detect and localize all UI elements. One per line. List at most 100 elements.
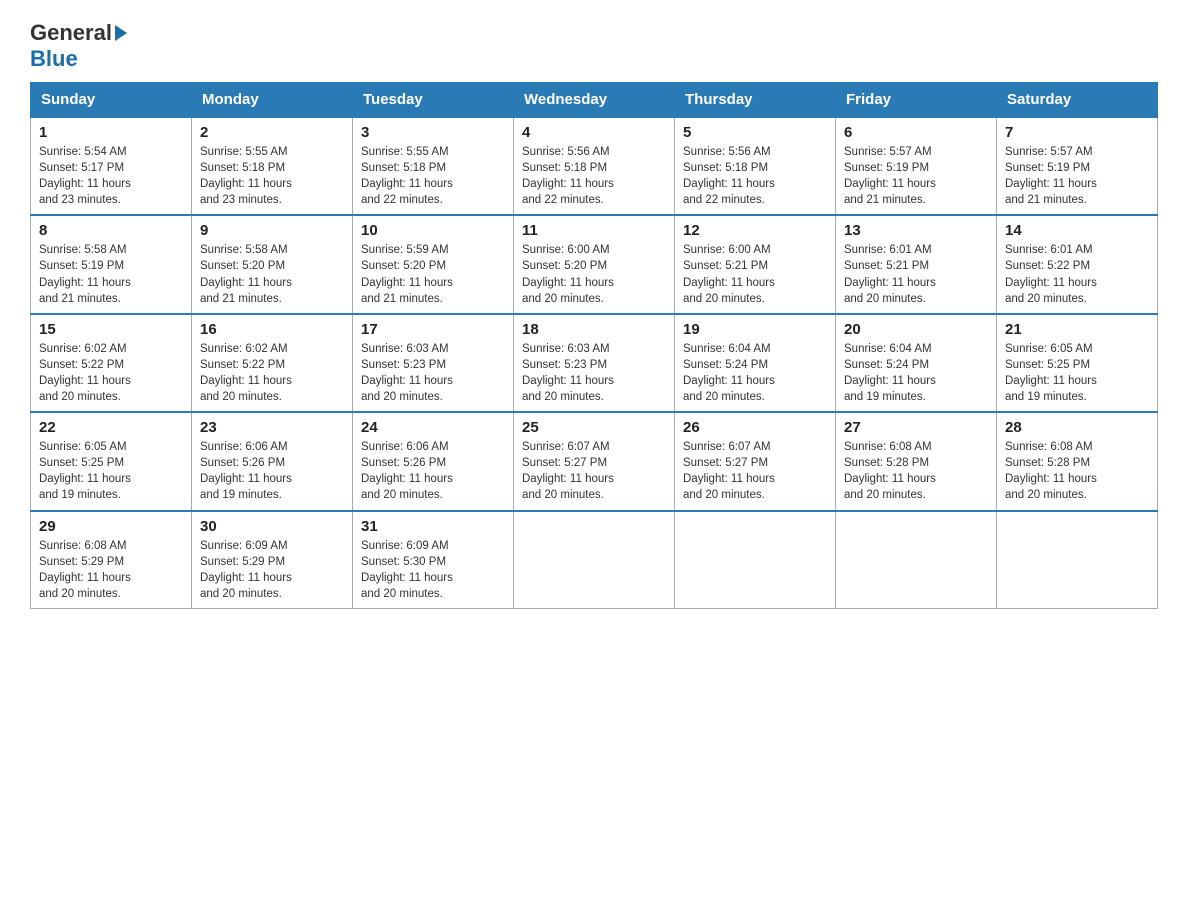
day-info: Sunrise: 5:56 AMSunset: 5:18 PMDaylight:… <box>683 144 827 208</box>
calendar-cell: 18 Sunrise: 6:03 AMSunset: 5:23 PMDayligh… <box>514 314 675 412</box>
calendar-cell: 30 Sunrise: 6:09 AMSunset: 5:29 PMDayligh… <box>192 511 353 609</box>
header-tuesday: Tuesday <box>353 83 514 118</box>
calendar-cell: 24Sunrise: 6:06 AMSunset: 5:26 PMDayligh… <box>353 412 514 510</box>
calendar-cell: 1 Sunrise: 5:54 AMSunset: 5:17 PMDaylight… <box>31 117 192 215</box>
calendar-cell: 9 Sunrise: 5:58 AMSunset: 5:20 PMDaylight… <box>192 215 353 313</box>
day-number: 15 <box>39 321 183 338</box>
calendar-cell: 10Sunrise: 5:59 AMSunset: 5:20 PMDayligh… <box>353 215 514 313</box>
calendar-cell: 17 Sunrise: 6:03 AMSunset: 5:23 PMDayligh… <box>353 314 514 412</box>
day-info: Sunrise: 5:57 AMSunset: 5:19 PMDaylight:… <box>844 144 988 208</box>
day-number: 5 <box>683 124 827 141</box>
calendar-cell: 22 Sunrise: 6:05 AMSunset: 5:25 PMDayligh… <box>31 412 192 510</box>
day-info: Sunrise: 5:58 AMSunset: 5:19 PMDaylight:… <box>39 242 183 306</box>
day-number: 10 <box>361 222 505 239</box>
header-saturday: Saturday <box>997 83 1158 118</box>
day-number: 1 <box>39 124 183 141</box>
calendar-week-row: 22 Sunrise: 6:05 AMSunset: 5:25 PMDayligh… <box>31 412 1158 510</box>
day-number: 22 <box>39 419 183 436</box>
logo-general-text: General <box>30 20 112 46</box>
day-number: 9 <box>200 222 344 239</box>
day-info: Sunrise: 6:01 AMSunset: 5:21 PMDaylight:… <box>844 242 988 306</box>
day-number: 17 <box>361 321 505 338</box>
calendar-cell: 21Sunrise: 6:05 AMSunset: 5:25 PMDayligh… <box>997 314 1158 412</box>
calendar-cell: 5 Sunrise: 5:56 AMSunset: 5:18 PMDaylight… <box>675 117 836 215</box>
calendar-table: SundayMondayTuesdayWednesdayThursdayFrid… <box>30 82 1158 609</box>
day-info: Sunrise: 6:03 AMSunset: 5:23 PMDaylight:… <box>361 341 505 405</box>
day-number: 28 <box>1005 419 1149 436</box>
calendar-week-row: 29 Sunrise: 6:08 AMSunset: 5:29 PMDayligh… <box>31 511 1158 609</box>
calendar-cell: 2Sunrise: 5:55 AMSunset: 5:18 PMDaylight… <box>192 117 353 215</box>
day-number: 31 <box>361 518 505 535</box>
calendar-week-row: 15 Sunrise: 6:02 AMSunset: 5:22 PMDayligh… <box>31 314 1158 412</box>
calendar-cell: 14 Sunrise: 6:01 AMSunset: 5:22 PMDayligh… <box>997 215 1158 313</box>
calendar-cell <box>997 511 1158 609</box>
day-number: 14 <box>1005 222 1149 239</box>
header-friday: Friday <box>836 83 997 118</box>
calendar-cell: 7 Sunrise: 5:57 AMSunset: 5:19 PMDaylight… <box>997 117 1158 215</box>
day-number: 8 <box>39 222 183 239</box>
day-number: 29 <box>39 518 183 535</box>
day-info: Sunrise: 6:06 AMSunset: 5:26 PMDaylight:… <box>361 439 505 503</box>
day-info: Sunrise: 6:07 AMSunset: 5:27 PMDaylight:… <box>683 439 827 503</box>
day-number: 19 <box>683 321 827 338</box>
calendar-cell: 20 Sunrise: 6:04 AMSunset: 5:24 PMDayligh… <box>836 314 997 412</box>
day-info: Sunrise: 6:04 AMSunset: 5:24 PMDaylight:… <box>844 341 988 405</box>
day-number: 20 <box>844 321 988 338</box>
calendar-header-row: SundayMondayTuesdayWednesdayThursdayFrid… <box>31 83 1158 118</box>
calendar-cell: 31 Sunrise: 6:09 AMSunset: 5:30 PMDayligh… <box>353 511 514 609</box>
day-number: 30 <box>200 518 344 535</box>
day-info: Sunrise: 5:58 AMSunset: 5:20 PMDaylight:… <box>200 242 344 306</box>
calendar-cell: 15 Sunrise: 6:02 AMSunset: 5:22 PMDayligh… <box>31 314 192 412</box>
day-info: Sunrise: 5:55 AMSunset: 5:18 PMDaylight:… <box>361 144 505 208</box>
header-wednesday: Wednesday <box>514 83 675 118</box>
logo: General Blue <box>30 20 130 72</box>
calendar-week-row: 1 Sunrise: 5:54 AMSunset: 5:17 PMDaylight… <box>31 117 1158 215</box>
day-number: 4 <box>522 124 666 141</box>
calendar-cell: 3Sunrise: 5:55 AMSunset: 5:18 PMDaylight… <box>353 117 514 215</box>
day-info: Sunrise: 6:05 AMSunset: 5:25 PMDaylight:… <box>1005 341 1149 405</box>
calendar-cell: 4 Sunrise: 5:56 AMSunset: 5:18 PMDaylight… <box>514 117 675 215</box>
day-number: 7 <box>1005 124 1149 141</box>
logo-arrow-icon <box>115 25 127 41</box>
day-info: Sunrise: 5:54 AMSunset: 5:17 PMDaylight:… <box>39 144 183 208</box>
day-number: 18 <box>522 321 666 338</box>
day-number: 2 <box>200 124 344 141</box>
calendar-week-row: 8 Sunrise: 5:58 AMSunset: 5:19 PMDaylight… <box>31 215 1158 313</box>
day-number: 6 <box>844 124 988 141</box>
header-sunday: Sunday <box>31 83 192 118</box>
day-number: 16 <box>200 321 344 338</box>
day-number: 25 <box>522 419 666 436</box>
calendar-cell: 29 Sunrise: 6:08 AMSunset: 5:29 PMDayligh… <box>31 511 192 609</box>
day-number: 23 <box>200 419 344 436</box>
calendar-cell <box>514 511 675 609</box>
day-info: Sunrise: 6:08 AMSunset: 5:29 PMDaylight:… <box>39 538 183 602</box>
day-info: Sunrise: 6:05 AMSunset: 5:25 PMDaylight:… <box>39 439 183 503</box>
day-info: Sunrise: 5:57 AMSunset: 5:19 PMDaylight:… <box>1005 144 1149 208</box>
day-info: Sunrise: 6:06 AMSunset: 5:26 PMDaylight:… <box>200 439 344 503</box>
calendar-cell: 26 Sunrise: 6:07 AMSunset: 5:27 PMDayligh… <box>675 412 836 510</box>
day-info: Sunrise: 6:04 AMSunset: 5:24 PMDaylight:… <box>683 341 827 405</box>
calendar-cell: 12Sunrise: 6:00 AMSunset: 5:21 PMDayligh… <box>675 215 836 313</box>
day-info: Sunrise: 6:03 AMSunset: 5:23 PMDaylight:… <box>522 341 666 405</box>
page-header: General Blue <box>30 20 1158 72</box>
header-thursday: Thursday <box>675 83 836 118</box>
calendar-cell: 8 Sunrise: 5:58 AMSunset: 5:19 PMDaylight… <box>31 215 192 313</box>
calendar-cell: 13 Sunrise: 6:01 AMSunset: 5:21 PMDayligh… <box>836 215 997 313</box>
calendar-cell: 19 Sunrise: 6:04 AMSunset: 5:24 PMDayligh… <box>675 314 836 412</box>
logo-blue-text: Blue <box>30 46 78 72</box>
day-number: 26 <box>683 419 827 436</box>
day-info: Sunrise: 6:02 AMSunset: 5:22 PMDaylight:… <box>200 341 344 405</box>
calendar-cell: 16 Sunrise: 6:02 AMSunset: 5:22 PMDayligh… <box>192 314 353 412</box>
calendar-cell <box>675 511 836 609</box>
day-info: Sunrise: 6:01 AMSunset: 5:22 PMDaylight:… <box>1005 242 1149 306</box>
day-info: Sunrise: 6:07 AMSunset: 5:27 PMDaylight:… <box>522 439 666 503</box>
day-info: Sunrise: 6:02 AMSunset: 5:22 PMDaylight:… <box>39 341 183 405</box>
day-info: Sunrise: 5:56 AMSunset: 5:18 PMDaylight:… <box>522 144 666 208</box>
calendar-cell: 27Sunrise: 6:08 AMSunset: 5:28 PMDayligh… <box>836 412 997 510</box>
calendar-cell: 23 Sunrise: 6:06 AMSunset: 5:26 PMDayligh… <box>192 412 353 510</box>
calendar-cell: 11Sunrise: 6:00 AMSunset: 5:20 PMDayligh… <box>514 215 675 313</box>
day-info: Sunrise: 6:09 AMSunset: 5:29 PMDaylight:… <box>200 538 344 602</box>
day-number: 13 <box>844 222 988 239</box>
day-info: Sunrise: 6:09 AMSunset: 5:30 PMDaylight:… <box>361 538 505 602</box>
day-info: Sunrise: 6:08 AMSunset: 5:28 PMDaylight:… <box>844 439 988 503</box>
